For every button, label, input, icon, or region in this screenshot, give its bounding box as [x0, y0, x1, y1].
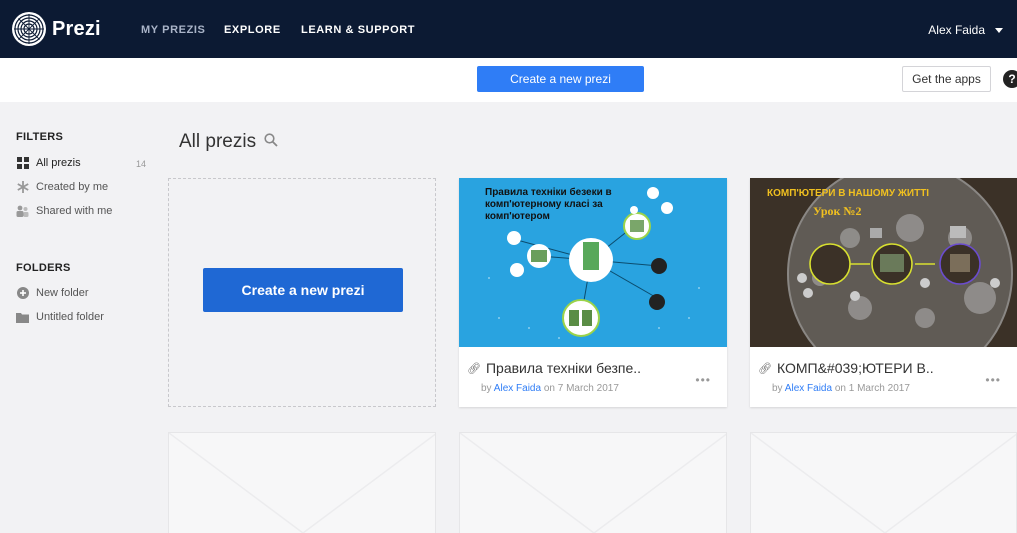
filter-label: Created by me: [36, 181, 109, 193]
asterisk-icon: [16, 181, 29, 193]
thumbnail-title: КОМП'ЮТЕРИ В НАШОМУ ЖИТТІ: [767, 188, 930, 199]
link-icon: 🔗︎: [467, 362, 481, 375]
prezi-thumbnail[interactable]: КОМП'ЮТЕРИ В НАШОМУ ЖИТТІ Урок №2: [750, 178, 1017, 347]
author-link[interactable]: Alex Faida: [785, 383, 832, 394]
create-prezi-button-top[interactable]: Create a new prezi: [477, 66, 644, 92]
folder-item-untitled[interactable]: Untitled folder: [16, 311, 104, 323]
meta-date: on 1 March 2017: [834, 383, 910, 394]
meta-by: by: [481, 383, 492, 394]
page-title-text: All prezis: [179, 131, 257, 152]
filter-created-by-me[interactable]: Created by me: [16, 181, 108, 193]
filter-label: All prezis: [36, 157, 81, 169]
prezi-logo[interactable]: Prezi: [12, 12, 101, 46]
user-menu[interactable]: Alex Faida: [928, 23, 1003, 37]
prezi-title[interactable]: 🔗︎ Правила техніки безпе..: [467, 360, 641, 376]
prezi-logo-icon: [12, 12, 46, 46]
meta-by: by: [772, 383, 783, 394]
grid-icon: [16, 157, 29, 169]
plus-circle-icon: [16, 287, 29, 299]
filter-shared-with-me[interactable]: Shared with me: [16, 205, 112, 217]
folders-heading: FOLDERS: [16, 262, 71, 274]
help-icon[interactable]: ?: [1003, 70, 1017, 88]
folder-label: New folder: [36, 287, 89, 299]
create-prezi-tile[interactable]: Create a new prezi: [168, 178, 436, 407]
search-icon[interactable]: [264, 131, 278, 153]
prezi-meta: by Alex Faida on 7 March 2017: [481, 383, 619, 394]
filter-label: Shared with me: [36, 205, 113, 217]
prezi-card[interactable]: КОМП'ЮТЕРИ В НАШОМУ ЖИТТІ Урок №2 🔗︎ КОМ…: [750, 178, 1017, 407]
placeholder-card: [459, 432, 727, 533]
filters-heading: FILTERS: [16, 131, 64, 143]
top-nav: Prezi MY PREZIS EXPLORE LEARN & SUPPORT …: [0, 0, 1017, 58]
prezi-title-text: Правила техніки безпе..: [485, 360, 642, 376]
page-title: All prezis: [179, 131, 278, 153]
chevron-down-icon: [995, 27, 1003, 33]
nav-my-prezis[interactable]: MY PREZIS: [141, 24, 206, 36]
thumbnail-title: Правила техніки безеки в комп'ютерному к…: [485, 187, 612, 222]
folder-label: Untitled folder: [36, 311, 104, 323]
prezi-meta: by Alex Faida on 1 March 2017: [772, 383, 910, 394]
thumbnail-subtitle: Урок №2: [813, 204, 862, 218]
prezi-title-text: КОМП&#039;ЮТЕРИ В..: [776, 360, 934, 376]
author-link[interactable]: Alex Faida: [494, 383, 541, 394]
new-folder-item[interactable]: New folder: [16, 287, 89, 299]
filter-all-prezis[interactable]: All prezis: [16, 157, 81, 169]
logo-text: Prezi: [52, 17, 101, 40]
prezi-card[interactable]: Правила техніки безеки в комп'ютерному к…: [459, 178, 727, 407]
get-apps-button[interactable]: Get the apps: [902, 66, 991, 92]
nav-explore[interactable]: EXPLORE: [224, 24, 281, 36]
user-name: Alex Faida: [928, 23, 985, 37]
meta-date: on 7 March 2017: [543, 383, 619, 394]
folder-icon: [16, 311, 29, 323]
nav-learn-support[interactable]: LEARN & SUPPORT: [301, 24, 415, 36]
all-prezis-count: 14: [136, 159, 147, 169]
prezi-title[interactable]: 🔗︎ КОМП&#039;ЮТЕРИ В..: [758, 360, 934, 376]
placeholder-card: [750, 432, 1017, 533]
action-bar: Create a new prezi Get the apps ?: [0, 58, 1017, 102]
link-icon: 🔗︎: [758, 362, 772, 375]
more-options-icon[interactable]: •••: [695, 373, 711, 387]
prezi-thumbnail[interactable]: Правила техніки безеки в комп'ютерному к…: [459, 178, 727, 347]
more-options-icon[interactable]: •••: [985, 373, 1001, 387]
placeholder-card: [168, 432, 436, 533]
people-icon: [16, 205, 29, 217]
create-prezi-button[interactable]: Create a new prezi: [203, 268, 403, 312]
